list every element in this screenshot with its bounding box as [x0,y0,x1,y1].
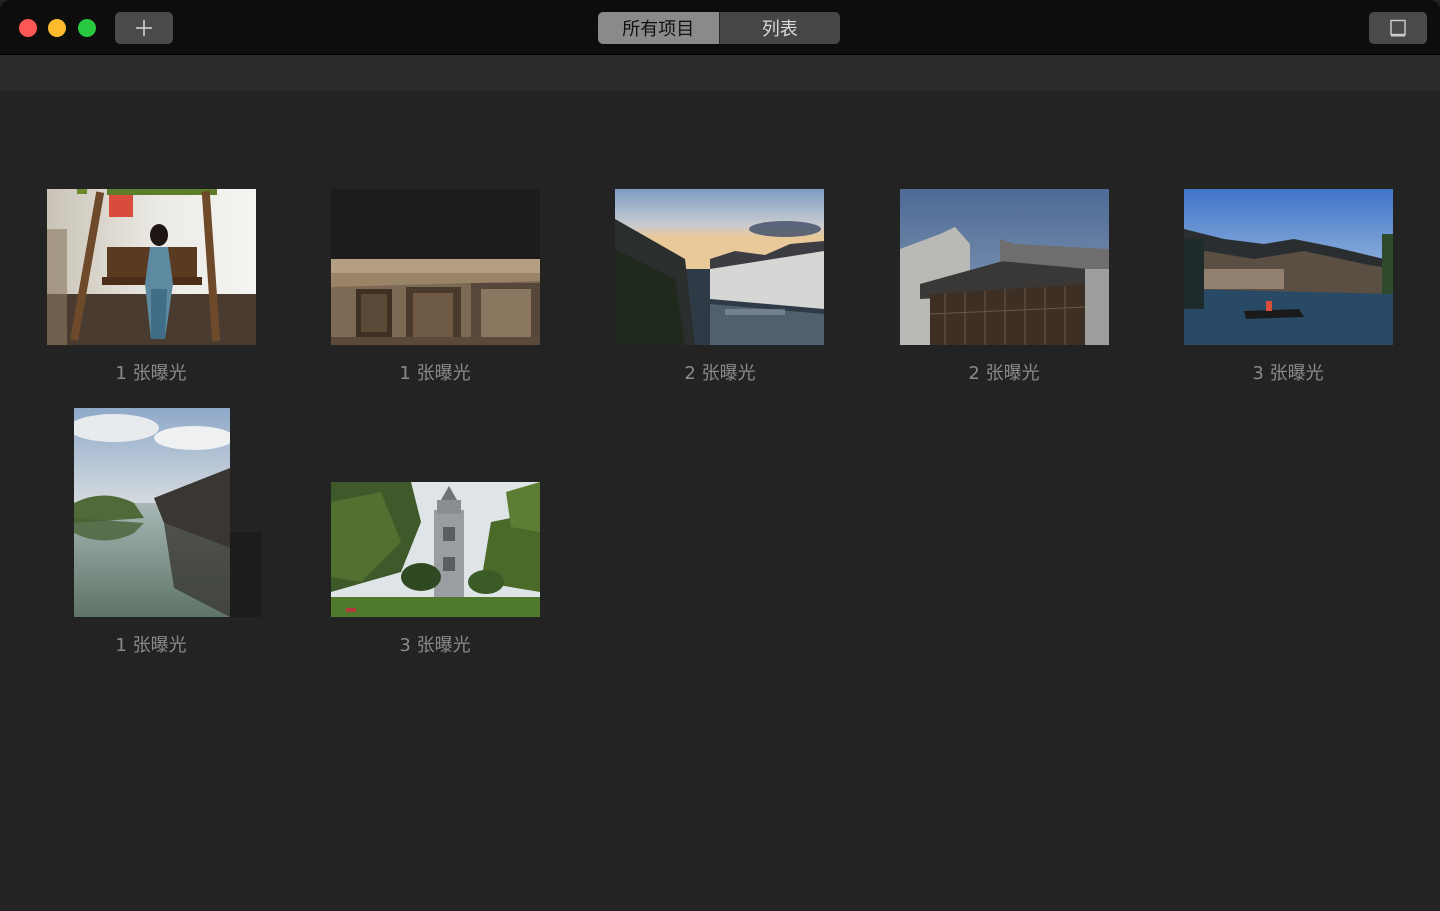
exposure-count-label: 1 张曝光 [115,635,187,656]
waterfront-boat-photo [1184,189,1393,345]
toolbar-strip [0,55,1440,91]
tab-all-items[interactable]: 所有项目 [598,12,719,44]
grid-item[interactable]: 3 张曝光 [315,408,555,658]
sidebar-toggle-button[interactable] [1369,12,1427,44]
bell-tower-park-photo [331,482,540,617]
grid-item[interactable]: 2 张曝光 [884,189,1124,389]
exposure-count-label: 1 张曝光 [399,363,471,384]
grid-item[interactable]: 1 张曝光 [315,189,555,389]
tab-list[interactable]: 列表 [718,12,840,44]
title-bar: 所有项目 列表 [0,0,1440,55]
exposure-count-label: 3 张曝光 [1252,363,1324,384]
zoom-window-button[interactable] [78,19,96,37]
exposure-count-label: 3 张曝光 [399,635,471,656]
woman-on-swing-photo [47,189,256,345]
exposure-count-label: 2 张曝光 [684,363,756,384]
thumbnail-shadow [331,189,540,259]
sidebar-toggle-icon [1390,19,1406,37]
grid-item[interactable]: 3 张曝光 [1168,189,1408,389]
close-window-button[interactable] [19,19,37,37]
exposure-count-label: 2 张曝光 [968,363,1040,384]
sepia-courtyard-photo [331,259,540,345]
exposure-count-label: 1 张曝光 [115,363,187,384]
canal-dusk-photo [615,189,824,345]
plus-icon [136,20,152,36]
old-wooden-house-photo [900,189,1109,345]
river-reflection-photo [74,408,230,617]
add-button[interactable] [115,12,173,44]
app-window: 所有项目 列表 1 张曝光 1 张曝光 2 张曝光 2 张曝光 3 张曝光 1 … [0,0,1440,911]
grid-item[interactable]: 2 张曝光 [600,189,840,389]
view-segmented-control: 所有项目 列表 [598,12,840,44]
grid-item[interactable]: 1 张曝光 [31,189,271,389]
minimize-window-button[interactable] [48,19,66,37]
grid-item[interactable]: 1 张曝光 [31,408,271,658]
